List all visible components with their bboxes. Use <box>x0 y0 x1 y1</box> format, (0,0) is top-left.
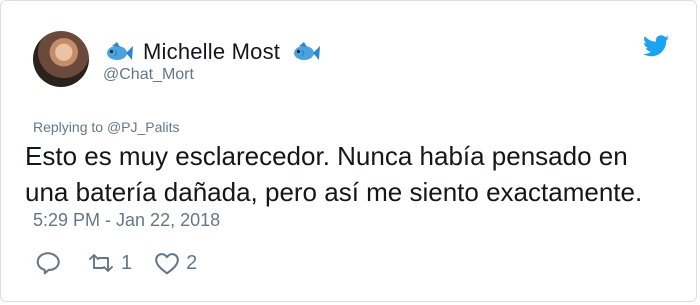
reply-icon <box>36 252 60 275</box>
avatar[interactable] <box>33 31 89 87</box>
heart-icon <box>155 253 179 275</box>
display-name[interactable]: Michelle Most <box>143 39 280 65</box>
retweet-count: 1 <box>121 251 133 274</box>
retweet-icon <box>89 254 113 272</box>
tweet-text: Esto es muy esclarecedor. Nunca había pe… <box>25 138 685 210</box>
reply-button[interactable] <box>35 250 61 276</box>
tweet-timestamp[interactable]: 5:29 PM - Jan 22, 2018 <box>33 210 220 231</box>
like-button[interactable]: 2 <box>154 251 197 275</box>
name-row: Michelle Most <box>103 37 321 67</box>
tweet-card: Michelle Most @Chat_Mort Replying to @PJ… <box>0 0 697 302</box>
fish-icon <box>107 42 133 60</box>
replying-to: Replying to @PJ_Palits <box>33 119 180 135</box>
replying-to-label: Replying to <box>33 119 104 135</box>
tweet-text-line: Esto es muy esclarecedor. Nunca había pe… <box>25 141 628 171</box>
tweet-text-line: una batería dañada, pero así me siento e… <box>25 177 643 207</box>
user-handle[interactable]: @Chat_Mort <box>103 66 194 84</box>
like-count: 2 <box>186 251 198 274</box>
replying-to-handle-link[interactable]: @PJ_Palits <box>107 119 180 135</box>
tweet-actions: 1 2 <box>35 248 197 278</box>
twitter-bird-icon[interactable] <box>643 35 669 57</box>
fish-icon <box>294 42 321 60</box>
retweet-button[interactable]: 1 <box>87 252 132 275</box>
